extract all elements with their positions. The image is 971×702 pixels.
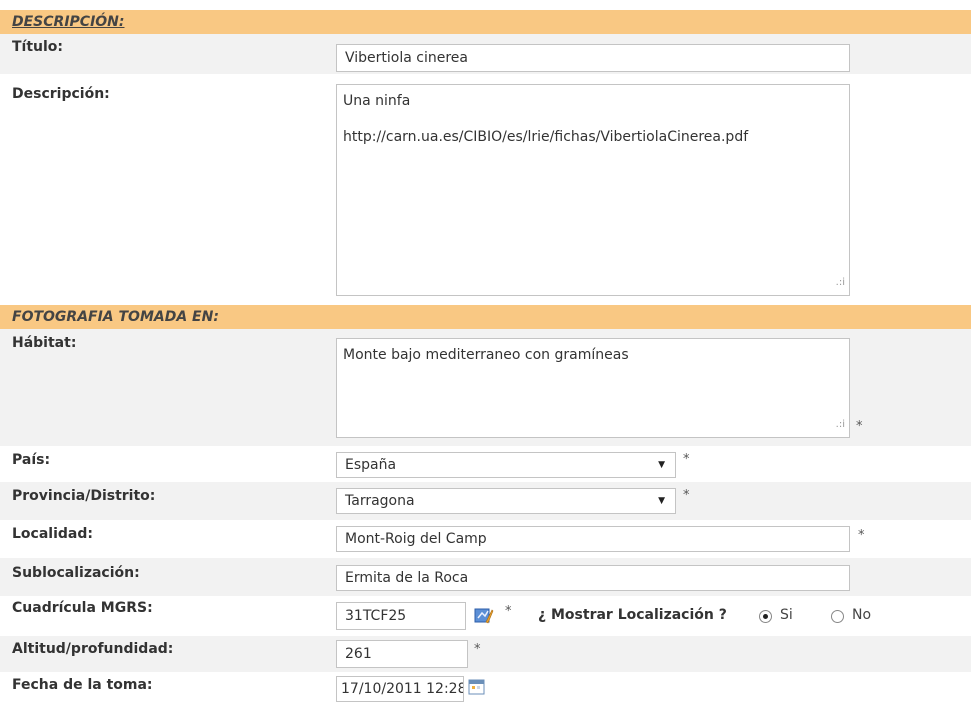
required-mark: * (858, 528, 865, 543)
label-cuadricula: Cuadrícula MGRS: (12, 600, 153, 616)
section-title-descripcion: DESCRIPCIÓN: (12, 14, 125, 30)
titulo-input[interactable]: Vibertiola cinerea (336, 44, 850, 72)
row-fecha: Fecha de la toma: 17/10/2011 12:28:29 (0, 672, 971, 702)
label-provincia: Provincia/Distrito: (12, 488, 156, 504)
pais-selected-value: España (345, 457, 397, 473)
label-fecha: Fecha de la toma: (12, 677, 153, 693)
label-localidad: Localidad: (12, 526, 93, 542)
row-sublocalizacion: Sublocalización: Ermita de la Roca (0, 558, 971, 596)
section-header-fotografia: FOTOGRAFIA TOMADA EN: (0, 305, 971, 329)
map-picker-icon[interactable] (474, 606, 494, 628)
mostrar-si-radio[interactable] (759, 610, 772, 623)
localidad-input[interactable]: Mont-Roig del Camp (336, 526, 850, 552)
row-pais: País: España ▼ * (0, 446, 971, 482)
dropdown-arrow-icon: ▼ (658, 460, 665, 470)
resize-grip-icon[interactable]: .:i (836, 415, 845, 435)
section-header-descripcion: DESCRIPCIÓN: (0, 10, 971, 34)
row-cuadricula: Cuadrícula MGRS: 31TCF25 * ¿ Mostrar Loc… (0, 596, 971, 636)
required-mark: * (505, 604, 512, 619)
habitat-textarea[interactable]: Monte bajo mediterraneo con gramíneas .:… (336, 338, 850, 438)
fecha-input[interactable]: 17/10/2011 12:28:29 (336, 676, 464, 702)
pais-select[interactable]: España ▼ (336, 452, 676, 478)
required-mark: * (683, 452, 690, 467)
label-descripcion: Descripción: (12, 86, 110, 102)
mostrar-no-radio[interactable] (831, 610, 844, 623)
row-altitud: Altitud/profundidad: 261 * (0, 636, 971, 672)
row-habitat: Hábitat: Monte bajo mediterraneo con gra… (0, 329, 971, 446)
cuadricula-input[interactable]: 31TCF25 (336, 602, 466, 630)
row-descripcion: Descripción: Una ninfa http://carn.ua.es… (0, 74, 971, 305)
descripcion-line-2: http://carn.ua.es/CIBIO/es/lrie/fichas/V… (343, 129, 749, 145)
row-provincia: Provincia/Distrito: Tarragona ▼ * (0, 482, 971, 520)
section-title-fotografia: FOTOGRAFIA TOMADA EN: (12, 309, 219, 325)
mostrar-no-label: No (852, 607, 872, 623)
label-titulo: Título: (12, 39, 64, 55)
descripcion-line-1: Una ninfa (343, 93, 411, 109)
altitud-input[interactable]: 261 (336, 640, 468, 668)
resize-grip-icon[interactable]: .:i (836, 273, 845, 293)
mostrar-si-label: Si (780, 607, 793, 623)
descripcion-textarea[interactable]: Una ninfa http://carn.ua.es/CIBIO/es/lri… (336, 84, 850, 296)
calendar-icon[interactable] (468, 678, 486, 700)
label-sublocalizacion: Sublocalización: (12, 565, 140, 581)
required-mark: * (474, 642, 481, 657)
provincia-select[interactable]: Tarragona ▼ (336, 488, 676, 514)
dropdown-arrow-icon: ▼ (658, 496, 665, 506)
sublocalizacion-input[interactable]: Ermita de la Roca (336, 565, 850, 591)
habitat-text: Monte bajo mediterraneo con gramíneas (343, 347, 629, 363)
required-mark: * (683, 488, 690, 503)
label-pais: País: (12, 452, 51, 468)
label-altitud: Altitud/profundidad: (12, 641, 174, 657)
provincia-selected-value: Tarragona (345, 493, 415, 509)
row-localidad: Localidad: Mont-Roig del Camp * (0, 520, 971, 558)
row-titulo: Título: Vibertiola cinerea (0, 34, 971, 74)
mostrar-localizacion-label: ¿ Mostrar Localización ? (538, 607, 727, 623)
label-habitat: Hábitat: (12, 335, 77, 351)
required-mark: * (856, 419, 863, 434)
